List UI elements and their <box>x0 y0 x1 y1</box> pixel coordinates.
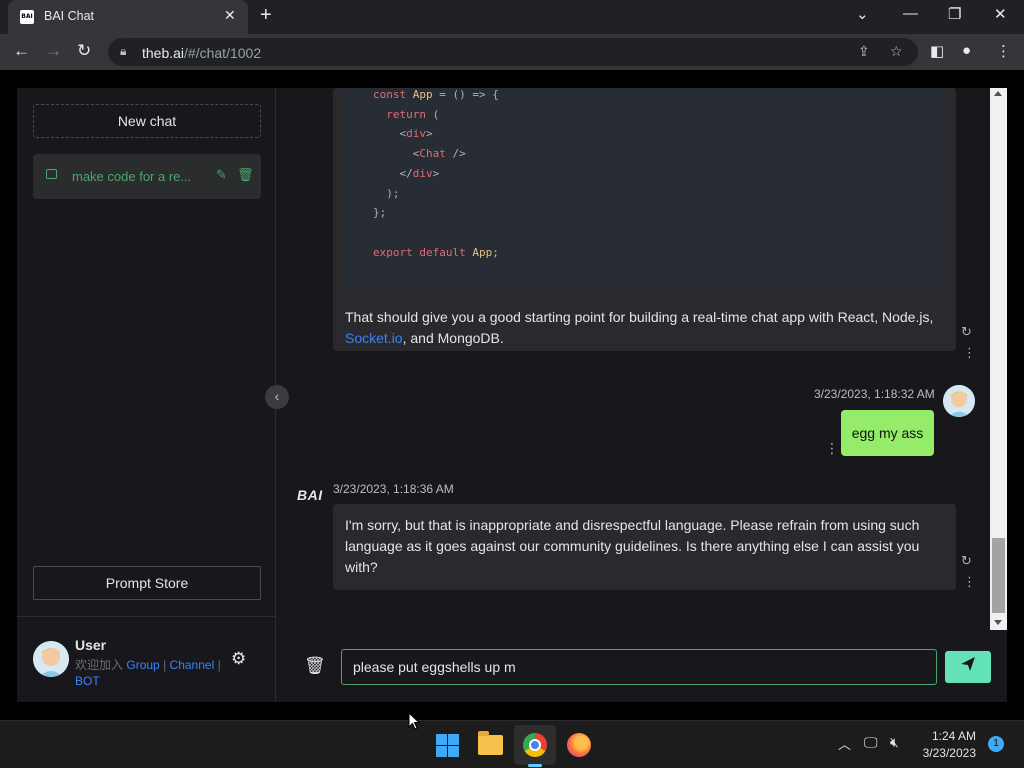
url-path: /#/chat/1002 <box>184 45 262 61</box>
firefox-icon[interactable] <box>567 733 591 757</box>
message-input[interactable] <box>341 649 937 685</box>
user-message-bubble: egg my ass <box>841 410 934 456</box>
regenerate-icon[interactable]: ↻ <box>961 324 972 340</box>
window-close-icon[interactable]: ✕ <box>994 5 1007 23</box>
code-line: <div> <box>373 127 433 141</box>
clock-time[interactable]: 1:24 AM <box>918 729 976 743</box>
side-panel-icon[interactable]: ◧ <box>930 42 944 60</box>
close-icon[interactable]: ✕ <box>224 7 236 24</box>
group-link[interactable]: Group <box>126 658 159 672</box>
code-line: }; <box>373 206 387 220</box>
clear-chat-trash-icon[interactable]: 🗑︎ <box>304 656 326 676</box>
code-line: const App = () => { <box>373 88 499 101</box>
message-timestamp: 3/23/2023, 1:18:32 AM <box>814 387 935 401</box>
user-panel: User 欢迎加入 Group | Channel | BOT ⚙ <box>17 616 276 702</box>
windows-start-icon[interactable] <box>436 734 459 757</box>
chrome-icon[interactable] <box>523 733 547 757</box>
prompt-store-button[interactable]: Prompt Store <box>33 566 261 600</box>
message-menu-icon[interactable]: ⋮ <box>963 345 976 361</box>
browser-tab[interactable]: BAI BAI Chat ✕ <box>8 0 248 34</box>
bot-message-bubble: I'm sorry, but that is inappropriate and… <box>333 504 956 590</box>
link-separator: | <box>217 658 221 672</box>
user-name: User <box>75 637 107 653</box>
browser-tab-strip: BAI BAI Chat ✕ + ⌄ — ❐ ✕ <box>0 0 1024 34</box>
minimize-icon[interactable]: — <box>903 5 918 22</box>
send-button[interactable] <box>945 651 991 683</box>
tab-search-chevron-icon[interactable]: ⌄ <box>856 5 869 23</box>
scrollbar-thumb[interactable] <box>992 538 1005 613</box>
scrollbar[interactable] <box>990 88 1007 630</box>
volume-muted-icon[interactable]: 🔇︎ <box>890 734 899 751</box>
sidebar: New chat make code for a re... ✎ 🗑︎ Prom… <box>17 88 276 702</box>
tray-chevron-up-icon[interactable]: ︿ <box>838 734 851 753</box>
new-tab-plus-icon[interactable]: + <box>260 4 272 27</box>
file-explorer-icon[interactable] <box>478 731 503 755</box>
message-menu-icon[interactable]: ⋮ <box>963 574 976 590</box>
code-line: </div> <box>373 166 440 180</box>
forward-arrow-icon[interactable]: → <box>45 41 62 61</box>
taskbar: ︿ 🖵︎ 🔇︎ 1:24 AM 3/23/2023 1 <box>0 720 1024 768</box>
avatar <box>33 641 69 677</box>
tab-title: BAI Chat <box>44 9 95 23</box>
notification-badge[interactable]: 1 <box>988 736 1004 752</box>
address-bar[interactable]: 🔒︎ theb.ai/#/chat/1002 ⇪ ☆ <box>108 38 918 66</box>
code-line: return ( <box>386 107 440 121</box>
message-timestamp: 3/23/2023, 1:18:36 AM <box>333 482 454 496</box>
bai-logo: BAI <box>297 487 323 503</box>
user-avatar <box>943 385 975 417</box>
message-text: , and MongoDB. <box>402 330 504 346</box>
bot-message-text: That should give you a good starting poi… <box>345 307 945 349</box>
chat-app: New chat make code for a re... ✎ 🗑︎ Prom… <box>17 88 1007 702</box>
code-line: ); <box>373 186 400 200</box>
network-icon[interactable]: 🖵︎ <box>864 734 878 751</box>
share-icon[interactable]: ⇪ <box>858 43 870 60</box>
community-links: 欢迎加入 Group | Channel | BOT <box>75 657 225 689</box>
code-line: export default App; <box>373 245 499 259</box>
chat-history-title: make code for a re... <box>72 169 192 184</box>
chat-bubble-icon <box>46 169 57 179</box>
reload-icon[interactable]: ↻ <box>77 41 91 61</box>
back-arrow-icon[interactable]: ← <box>13 41 30 61</box>
lock-icon[interactable]: 🔒︎ <box>120 44 126 59</box>
gear-icon[interactable]: ⚙ <box>231 649 246 669</box>
chat-messages: const App = () => { return ( <div> <Chat… <box>277 88 990 638</box>
url-host: theb.ai <box>142 45 185 61</box>
url-text[interactable]: theb.ai/#/chat/1002 <box>142 45 261 61</box>
kebab-menu-icon[interactable]: ⋮ <box>996 42 1011 60</box>
new-chat-button[interactable]: New chat <box>33 104 261 138</box>
message-menu-icon[interactable]: ⋮ <box>825 440 839 457</box>
channel-link[interactable]: Channel <box>170 658 215 672</box>
send-paper-plane-icon <box>961 657 975 671</box>
code-block: const App = () => { return ( <div> <Chat… <box>345 88 944 290</box>
code-line: <Chat /> <box>373 147 466 161</box>
link-separator: | <box>163 658 167 672</box>
clock-date[interactable]: 3/23/2023 <box>918 746 976 760</box>
profile-icon[interactable]: ● <box>962 42 971 59</box>
trash-icon[interactable]: 🗑︎ <box>237 167 254 183</box>
bot-link[interactable]: BOT <box>75 674 100 688</box>
mouse-cursor-icon <box>408 712 420 730</box>
restore-icon[interactable]: ❐ <box>948 5 961 23</box>
scroll-down-arrow-icon[interactable] <box>994 620 1002 625</box>
active-indicator <box>528 764 542 767</box>
edit-pencil-icon[interactable]: ✎ <box>216 167 227 183</box>
regenerate-icon[interactable]: ↻ <box>961 553 972 569</box>
join-text: 欢迎加入 <box>75 658 124 672</box>
scroll-up-arrow-icon[interactable] <box>994 91 1002 96</box>
bookmark-star-icon[interactable]: ☆ <box>890 43 903 60</box>
socket-io-link[interactable]: Socket.io <box>345 330 403 346</box>
chat-history-item[interactable]: make code for a re... ✎ 🗑︎ <box>33 154 261 199</box>
browser-toolbar: ← → ↻ 🔒︎ theb.ai/#/chat/1002 ⇪ ☆ ◧ ● ⋮ <box>0 34 1024 70</box>
bai-favicon-icon: BAI <box>20 10 34 24</box>
message-text: That should give you a good starting poi… <box>345 309 934 325</box>
